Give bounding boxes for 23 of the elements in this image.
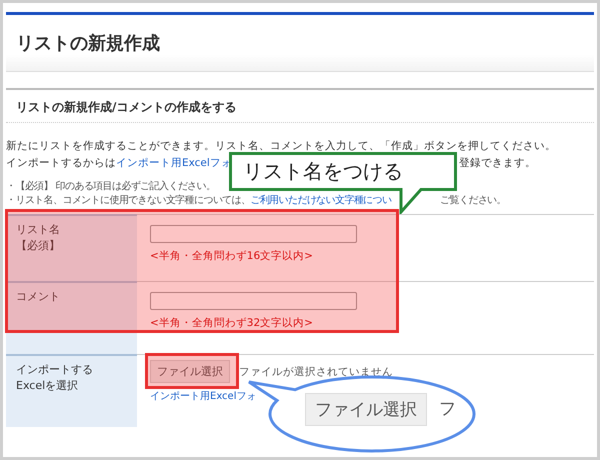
file-select-button[interactable]: ファイル選択: [305, 393, 427, 426]
intro-text: 登録できます。: [459, 156, 536, 171]
section-heading: リストの新規作成/コメントの作成をする: [16, 100, 236, 114]
input-field[interactable]: [150, 225, 357, 243]
cut-text: フ: [439, 398, 456, 420]
template-link[interactable]: インポート用Excelフォ: [116, 155, 232, 172]
note-text: ・リスト名、コメントに使用できない文字種については、: [6, 194, 250, 208]
note-text: ・【必須】 印のある項目は必ずご記入ください。: [6, 180, 216, 194]
field-label: リスト名: [16, 222, 61, 238]
page-title: リストの新規作成: [16, 32, 160, 55]
callout-text: リスト名をつける: [243, 158, 403, 185]
template-link[interactable]: インポート用Excelフォ: [150, 389, 256, 403]
charset-link[interactable]: ご利用いただけない文字種につい: [250, 194, 392, 208]
hint-text: <半角・全角問わず32文字以内>: [150, 316, 314, 330]
intro-text: 新たにリストを作成することができます。リスト名、コメントを入力して、「作成」ボタンを押してください。: [6, 139, 556, 154]
field-label: インポートする Excelを選択: [16, 362, 94, 394]
input-field[interactable]: [150, 292, 357, 310]
intro-text: インポートするからは: [6, 156, 116, 171]
note-text: ご覧ください。: [440, 194, 506, 208]
hint-text: <半角・全角問わず16文字以内>: [150, 249, 314, 263]
required-label: 【必須】: [16, 238, 61, 254]
file-select-button[interactable]: ファイル選択: [150, 360, 230, 383]
field-label: コメント: [16, 289, 61, 305]
